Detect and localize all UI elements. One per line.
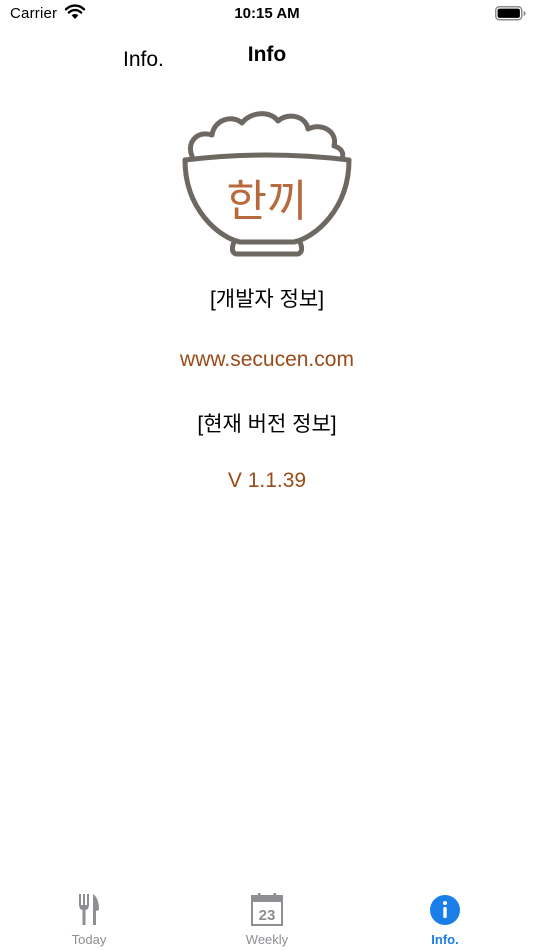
status-time: 10:15 AM [234, 5, 300, 22]
developer-info-heading: [개발자 정보] [209, 288, 325, 311]
tab-info[interactable]: Info. [356, 884, 534, 950]
fork-knife-icon [73, 892, 105, 926]
tab-label-info: Info. [431, 932, 459, 947]
calendar-icon: 23 [251, 892, 283, 926]
status-bar: Carrier 10:15 AM [0, 0, 534, 28]
tab-label-today: Today [71, 932, 107, 947]
tab-bar: Today 23 Weekly Info. [0, 884, 534, 950]
calendar-day: 23 [259, 907, 276, 924]
tab-weekly[interactable]: 23 Weekly [178, 884, 356, 950]
tab-label-weekly: Weekly [245, 932, 289, 947]
tab-today[interactable]: Today [0, 884, 178, 950]
battery-icon [495, 6, 527, 26]
info-icon [429, 892, 461, 926]
version-info-heading: [현재 버전 정보] [197, 413, 337, 436]
app-logo: 한끼 [180, 110, 354, 266]
version-value: V 1.1.39 [227, 469, 307, 492]
logo-text: 한끼 [227, 176, 308, 227]
page-title: Info [247, 43, 287, 66]
website-link[interactable]: www.secucen.com [0, 348, 534, 372]
